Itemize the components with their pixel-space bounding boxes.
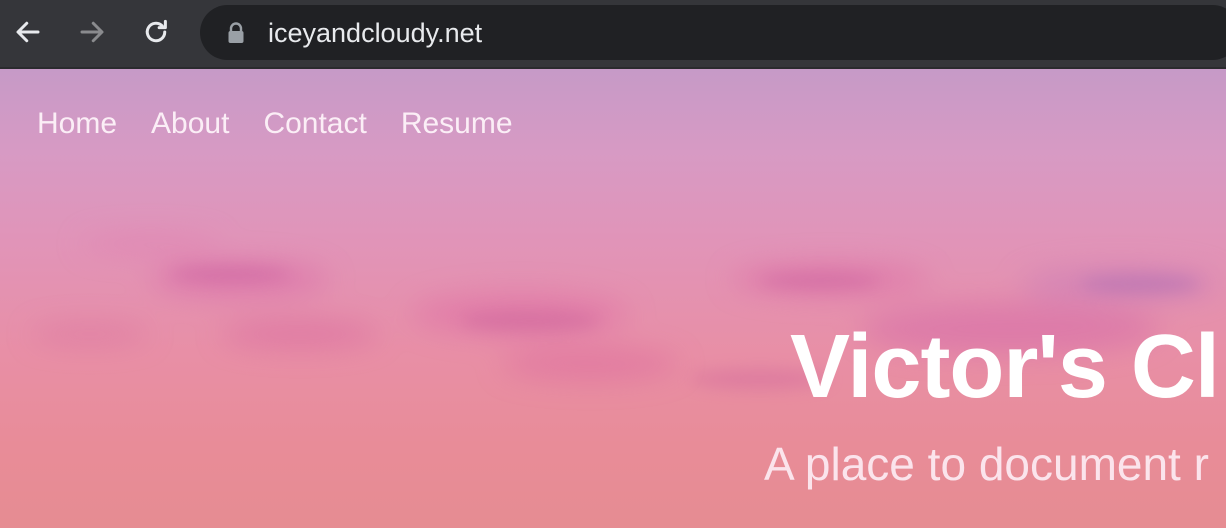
arrow-left-icon <box>16 21 40 43</box>
address-bar[interactable]: iceyandcloudy.net <box>200 5 1226 60</box>
site-subtitle: A place to document r <box>764 438 1209 490</box>
website-page: Home About Contact Resume Victor's Cl A … <box>0 69 1226 528</box>
forward-button[interactable] <box>74 14 110 50</box>
nav-link-home[interactable]: Home <box>37 105 117 143</box>
back-button[interactable] <box>10 14 46 50</box>
site-nav: Home About Contact Resume <box>37 105 547 143</box>
nav-link-contact[interactable]: Contact <box>263 105 366 143</box>
reload-button[interactable] <box>138 14 174 50</box>
url-text[interactable]: iceyandcloudy.net <box>268 17 482 49</box>
lock-icon <box>228 22 244 43</box>
reload-icon <box>145 19 167 43</box>
browser-toolbar: iceyandcloudy.net <box>0 0 1226 69</box>
nav-link-about[interactable]: About <box>151 105 229 143</box>
site-title: Victor's Cl <box>790 317 1220 417</box>
nav-link-resume[interactable]: Resume <box>401 105 513 143</box>
arrow-right-icon <box>80 21 104 43</box>
